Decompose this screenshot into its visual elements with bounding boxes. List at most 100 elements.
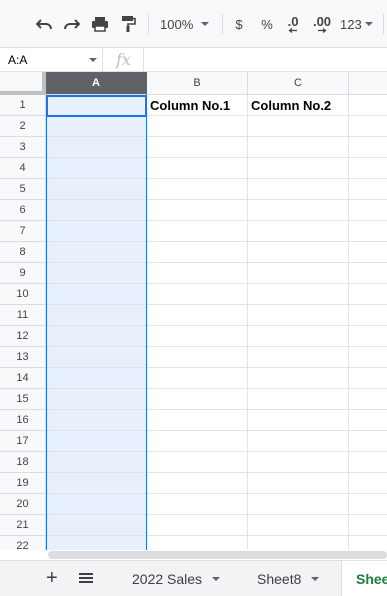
cell[interactable] xyxy=(147,242,248,263)
cell[interactable] xyxy=(46,242,147,263)
cell[interactable]: Column No.1 xyxy=(147,95,248,116)
cell[interactable] xyxy=(46,305,147,326)
cell[interactable] xyxy=(248,158,349,179)
sheet-tab-sheet8[interactable]: Sheet8 xyxy=(243,561,333,596)
scrollbar-thumb[interactable] xyxy=(48,551,387,559)
cell[interactable] xyxy=(46,137,147,158)
row-header[interactable]: 11 xyxy=(0,305,46,326)
cell[interactable] xyxy=(46,200,147,221)
row-header[interactable]: 2 xyxy=(0,116,46,137)
cell[interactable] xyxy=(248,305,349,326)
row-header[interactable]: 4 xyxy=(0,158,46,179)
column-header-a[interactable]: A xyxy=(46,72,147,95)
cell[interactable] xyxy=(349,242,387,263)
cell[interactable] xyxy=(248,116,349,137)
cell[interactable] xyxy=(248,200,349,221)
column-header-b[interactable]: B xyxy=(147,72,248,95)
row-header[interactable]: 10 xyxy=(0,284,46,305)
cell[interactable] xyxy=(349,137,387,158)
cell[interactable] xyxy=(349,389,387,410)
cell[interactable] xyxy=(248,326,349,347)
decrease-decimal-button[interactable]: .0 xyxy=(282,12,304,36)
row-header[interactable]: 21 xyxy=(0,515,46,536)
sheet-tab-2022-sales[interactable]: 2022 Sales xyxy=(118,561,234,596)
row-header[interactable]: 15 xyxy=(0,389,46,410)
cell[interactable] xyxy=(349,221,387,242)
cell[interactable] xyxy=(147,116,248,137)
more-formats-button[interactable]: 123 xyxy=(340,12,376,36)
cell[interactable] xyxy=(248,368,349,389)
cell[interactable]: Column No.2 xyxy=(248,95,349,116)
row-header[interactable]: 12 xyxy=(0,326,46,347)
cell[interactable] xyxy=(248,515,349,536)
cell[interactable] xyxy=(248,410,349,431)
cell[interactable] xyxy=(46,515,147,536)
cell[interactable] xyxy=(46,347,147,368)
cell[interactable] xyxy=(349,347,387,368)
cell[interactable] xyxy=(147,158,248,179)
cell[interactable] xyxy=(248,263,349,284)
cell[interactable] xyxy=(147,410,248,431)
cell[interactable] xyxy=(46,410,147,431)
cell[interactable] xyxy=(349,494,387,515)
column-header-partial[interactable] xyxy=(349,72,387,95)
cell[interactable] xyxy=(248,536,349,550)
cell[interactable] xyxy=(248,221,349,242)
cell[interactable] xyxy=(147,263,248,284)
cell[interactable] xyxy=(147,536,248,550)
cell[interactable] xyxy=(248,452,349,473)
cell[interactable] xyxy=(349,179,387,200)
zoom-select[interactable]: 100% xyxy=(160,12,216,36)
name-box[interactable]: A:A xyxy=(0,48,102,72)
cell[interactable] xyxy=(248,494,349,515)
cell[interactable] xyxy=(147,221,248,242)
cell[interactable] xyxy=(248,389,349,410)
cell[interactable] xyxy=(147,515,248,536)
cell[interactable] xyxy=(147,473,248,494)
sheet-tab-active[interactable]: Sheet xyxy=(341,561,387,596)
cell[interactable] xyxy=(147,326,248,347)
row-header[interactable]: 17 xyxy=(0,431,46,452)
cell[interactable] xyxy=(46,431,147,452)
cell[interactable] xyxy=(349,158,387,179)
cell[interactable] xyxy=(147,179,248,200)
horizontal-scrollbar[interactable] xyxy=(0,550,387,560)
row-header[interactable]: 19 xyxy=(0,473,46,494)
row-header[interactable]: 9 xyxy=(0,263,46,284)
row-header[interactable]: 7 xyxy=(0,221,46,242)
cell[interactable] xyxy=(349,95,387,116)
cell[interactable] xyxy=(349,305,387,326)
cell[interactable] xyxy=(248,242,349,263)
cell[interactable] xyxy=(349,452,387,473)
cell[interactable] xyxy=(349,536,387,550)
cell[interactable] xyxy=(248,137,349,158)
cell[interactable] xyxy=(349,116,387,137)
percent-format-button[interactable]: % xyxy=(258,12,276,36)
cell[interactable] xyxy=(147,137,248,158)
cell[interactable] xyxy=(147,368,248,389)
all-sheets-menu-icon[interactable] xyxy=(79,573,93,585)
cell[interactable] xyxy=(349,515,387,536)
row-header[interactable]: 6 xyxy=(0,200,46,221)
cell[interactable] xyxy=(46,95,147,116)
cell[interactable] xyxy=(147,284,248,305)
cell[interactable] xyxy=(147,347,248,368)
cell[interactable] xyxy=(46,326,147,347)
row-header[interactable]: 13 xyxy=(0,347,46,368)
cell[interactable] xyxy=(349,431,387,452)
row-header[interactable]: 18 xyxy=(0,452,46,473)
add-sheet-button[interactable]: + xyxy=(46,568,58,588)
cell[interactable] xyxy=(349,200,387,221)
cell[interactable] xyxy=(147,431,248,452)
increase-decimal-button[interactable]: .00 xyxy=(310,12,334,36)
cell[interactable] xyxy=(349,263,387,284)
row-header[interactable]: 5 xyxy=(0,179,46,200)
cell[interactable] xyxy=(46,263,147,284)
cell[interactable] xyxy=(46,116,147,137)
cell[interactable] xyxy=(147,200,248,221)
paint-format-icon[interactable] xyxy=(116,12,140,36)
cell[interactable] xyxy=(46,368,147,389)
cell[interactable] xyxy=(46,452,147,473)
cell[interactable] xyxy=(248,347,349,368)
cell[interactable] xyxy=(147,452,248,473)
